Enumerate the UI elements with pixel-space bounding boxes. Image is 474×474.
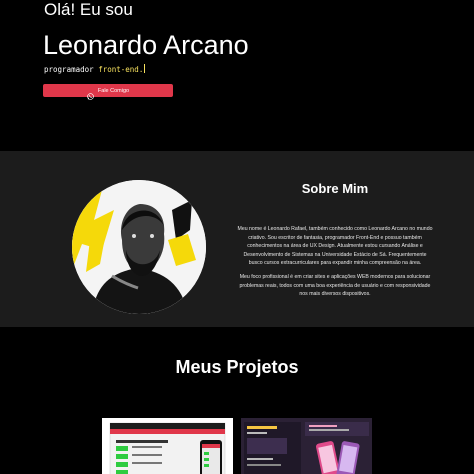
about-description: Meu nome é Leonardo Rafael, também conhe… [236, 225, 434, 304]
contact-button[interactable]: Fale Comigo [43, 84, 173, 100]
project-card[interactable] [102, 418, 233, 474]
whatsapp-icon [87, 87, 94, 100]
projects-title: Meus Projetos [175, 357, 299, 377]
about-section: Sobre Mim Meu nome é Leonardo Rafael, ta… [0, 151, 474, 327]
contact-button-label: Fale Comigo [97, 87, 130, 94]
about-paragraph-2: Meu foco profissional é em criar sites e… [239, 273, 431, 298]
about-title: Sobre Mim [301, 181, 369, 196]
typed-value: front-end. [98, 65, 144, 74]
project-card[interactable] [241, 418, 372, 474]
typing-cursor [144, 64, 146, 73]
about-paragraph-1: Meu nome é Leonardo Rafael, também conhe… [237, 226, 433, 267]
hero-name: Leonardo Arcano [43, 30, 249, 60]
typed-prefix: programador [44, 65, 94, 74]
hero-section: Olá! Eu sou Leonardo Arcano programador … [0, 0, 474, 151]
hero-greeting: Olá! Eu sou [44, 0, 133, 19]
profile-photo [72, 180, 206, 314]
typed-role: programador front-end. [44, 64, 146, 75]
